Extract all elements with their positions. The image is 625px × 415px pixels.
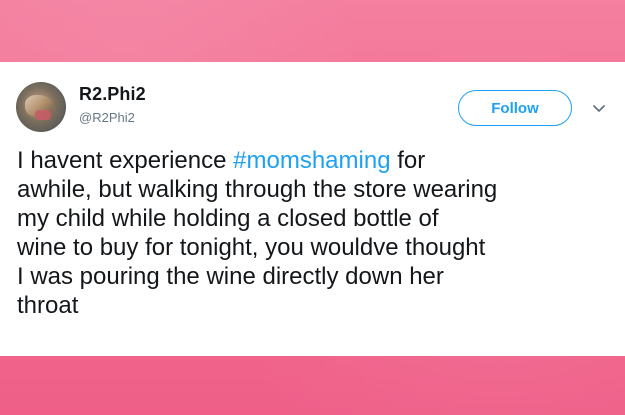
follow-button[interactable]: Follow (458, 90, 572, 126)
chevron-down-icon[interactable] (592, 101, 606, 112)
tweet-text-before-hashtag: I havent experience (17, 147, 234, 174)
display-name[interactable]: R2.Phi2 (79, 84, 146, 105)
avatar[interactable] (16, 82, 66, 132)
user-handle[interactable]: @R2Phi2 (79, 110, 135, 125)
tweet-text: I havent experience #momshaming for awhi… (17, 146, 617, 320)
hashtag-link[interactable]: #momshaming (233, 147, 390, 174)
tweet-card: R2.Phi2 @R2Phi2 Follow I havent experien… (0, 62, 625, 356)
